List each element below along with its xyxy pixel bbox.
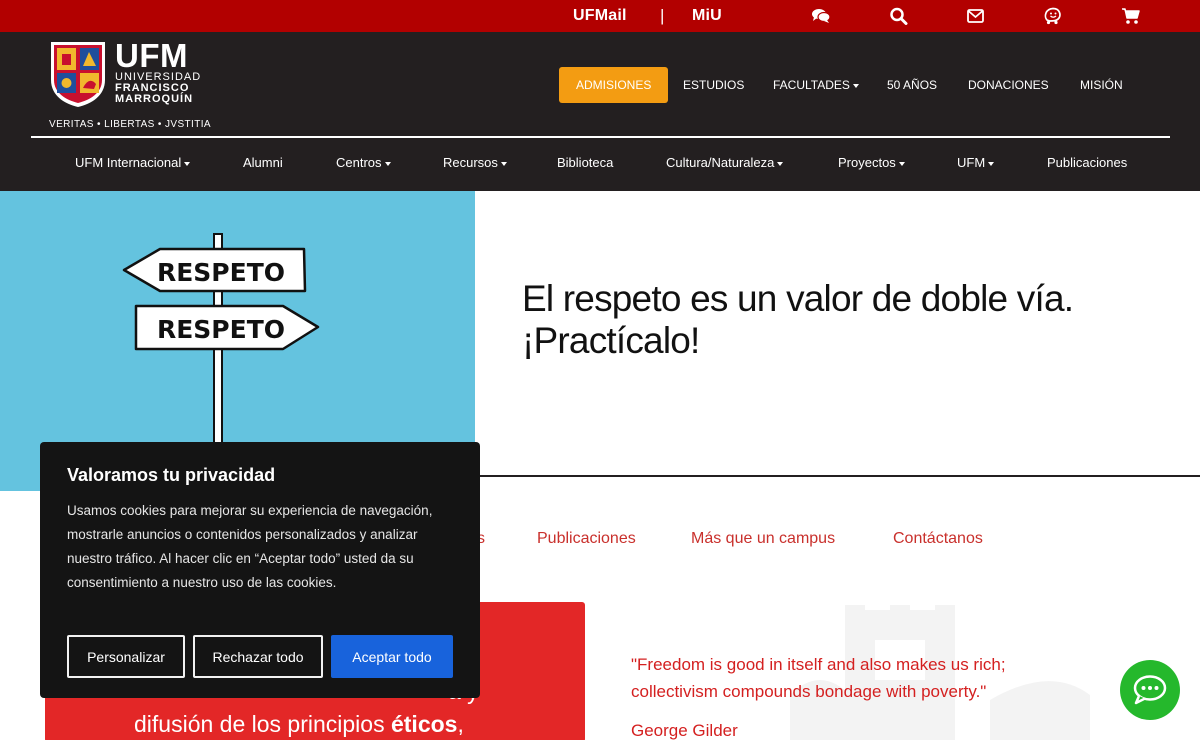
cookie-reject-button[interactable]: Rechazar todo	[193, 635, 323, 678]
subnav-label: Proyectos	[838, 155, 896, 170]
section-link-mas-que-un-campus[interactable]: Más que un campus	[691, 530, 835, 548]
nav-admisiones[interactable]: Admisiones	[559, 67, 669, 103]
chevron-down-icon	[184, 161, 191, 166]
envelope-icon[interactable]	[966, 7, 986, 25]
quote-author: George Gilder	[631, 721, 738, 740]
logo-motto: VERITAS • LIBERTAS • JVSTITIA	[49, 119, 211, 130]
logo-ufm: UFM	[115, 37, 188, 74]
subnav-label: Centros	[336, 155, 382, 170]
shopping-cart-icon[interactable]	[1121, 7, 1141, 25]
sign-top-text: RESPETO	[157, 258, 285, 287]
cookie-body: Usamos cookies para mejorar su experienc…	[67, 503, 433, 590]
subnav-centros[interactable]: Centros	[336, 155, 391, 170]
subnav-proyectos[interactable]: Proyectos	[838, 155, 905, 170]
subnav-recursos[interactable]: Recursos	[443, 155, 507, 170]
subnav-label: UFM Internacional	[75, 155, 182, 170]
section-link-publicaciones[interactable]: Publicaciones	[537, 530, 636, 548]
ufm-shield-icon	[51, 42, 105, 107]
subnav-label: Recursos	[443, 155, 498, 170]
nav-donaciones[interactable]: Donaciones	[968, 67, 1049, 103]
chevron-down-icon	[988, 161, 995, 166]
cookie-customize-button[interactable]: Personalizar	[67, 635, 185, 678]
subnav-alumni[interactable]: Alumni	[243, 155, 283, 170]
quote-text: "Freedom is good in itself and also make…	[631, 655, 1006, 701]
subnav-ufm[interactable]: UFM	[957, 155, 995, 170]
subnav-publicaciones[interactable]: Publicaciones	[1047, 155, 1127, 170]
mission-text-bold: éticos	[390, 711, 458, 737]
chevron-down-icon	[852, 83, 859, 88]
ufmail-link[interactable]: UFMail	[573, 7, 627, 25]
miu-link[interactable]: MiU	[692, 7, 722, 25]
subnav-label: UFM	[957, 155, 986, 170]
comments-icon[interactable]	[811, 7, 831, 25]
nav-estudios[interactable]: Estudios	[683, 67, 744, 103]
cookie-accept-button[interactable]: Aceptar todo	[331, 635, 453, 678]
subnav-label: Cultura/Naturaleza	[666, 155, 775, 170]
section-link-contactanos[interactable]: Contáctanos	[893, 530, 983, 548]
mission-text-prefix: difusión de los principios	[134, 711, 391, 737]
cookie-consent-dialog: Valoramos tu privacidad Usamos cookies p…	[40, 442, 480, 698]
logo-line-3: MARROQUÍN	[115, 93, 194, 105]
sign-bottom-text: RESPETO	[157, 315, 285, 344]
subnav-biblioteca[interactable]: Biblioteca	[557, 155, 613, 170]
header-divider	[31, 136, 1170, 138]
mission-text-suffix: ,	[457, 711, 464, 737]
top-utility-bar: UFMail | MiU	[0, 0, 1200, 32]
chat-button[interactable]	[1120, 660, 1180, 720]
hero-title: El respeto es un valor de doble vía. ¡Pr…	[522, 278, 1162, 362]
chevron-down-icon	[898, 161, 905, 166]
hero-title-line-2: ¡Practícalo!	[522, 320, 700, 361]
waze-icon[interactable]	[1043, 7, 1063, 25]
mission-text-line-2: difusión de los principios éticos,	[134, 711, 464, 738]
search-icon[interactable]	[889, 7, 909, 25]
chat-bubble-icon	[1133, 675, 1167, 705]
nav-mision[interactable]: Misión	[1080, 67, 1123, 103]
nav-facultades-label: Facultades	[773, 78, 850, 92]
logo-wordmark: UFM UNIVERSIDAD FRANCISCO MARROQUÍN	[115, 37, 201, 105]
cookie-title: Valoramos tu privacidad	[67, 465, 276, 485]
subnav-ufm-internacional[interactable]: UFM Internacional	[75, 155, 191, 170]
subnav-cultura-naturaleza[interactable]: Cultura/Naturaleza	[666, 155, 784, 170]
nav-facultades[interactable]: Facultades	[773, 67, 859, 103]
page: UFMail | MiU UFM UNIVERSIDAD FRANCISCO M…	[0, 0, 1200, 740]
site-header: UFM UNIVERSIDAD FRANCISCO MARROQUÍN VERI…	[0, 32, 1200, 191]
chevron-down-icon	[384, 161, 391, 166]
chevron-down-icon	[500, 161, 507, 166]
hero-divider	[475, 475, 1200, 477]
hero-title-line-1: El respeto es un valor de doble vía.	[522, 278, 1074, 319]
chevron-down-icon	[777, 161, 784, 166]
nav-50-anos[interactable]: 50 años	[887, 67, 937, 103]
topbar-separator: |	[660, 6, 665, 25]
